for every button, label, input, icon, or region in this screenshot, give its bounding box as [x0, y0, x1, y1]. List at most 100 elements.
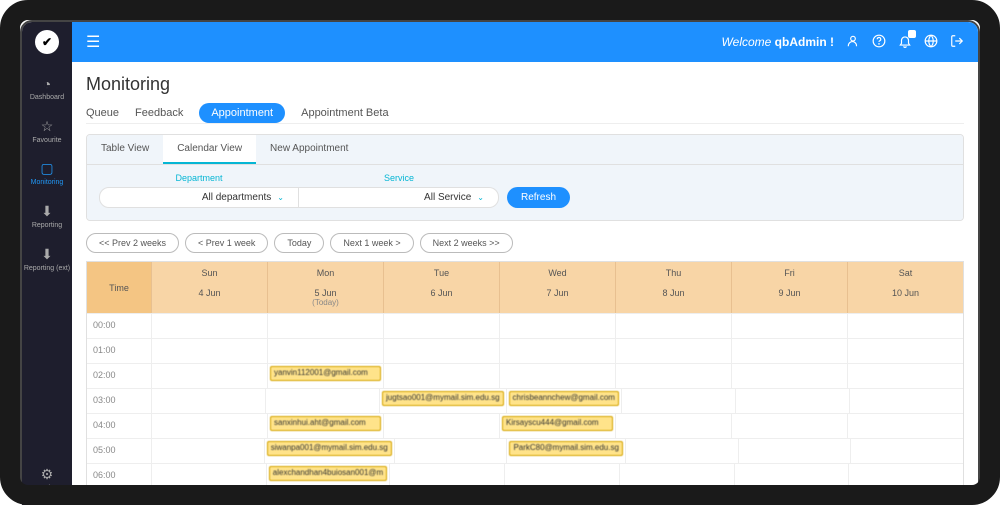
nav-next-2-weeks-[interactable]: Next 2 weeks >> [420, 233, 513, 253]
bell-icon[interactable] [898, 34, 912, 51]
calendar-cell[interactable] [151, 439, 264, 463]
calendar-cell[interactable] [850, 439, 963, 463]
tab-feedback[interactable]: Feedback [135, 103, 183, 123]
nav-next-1-week-[interactable]: Next 1 week > [330, 233, 413, 253]
viewtab-table-view[interactable]: Table View [87, 135, 163, 164]
calendar-cell[interactable] [847, 314, 963, 338]
calendar-cell[interactable]: yunq08oct@gmail.com [499, 489, 615, 493]
sidebar-item-reporting[interactable]: ⬇Reporting [24, 195, 70, 238]
calendar-cell[interactable] [731, 414, 847, 438]
appointment-chip[interactable]: ParkC80@mymail.sim.edu.sg [509, 441, 622, 456]
calendar-cell[interactable] [848, 464, 963, 488]
sidebar-item-reporting-ext-[interactable]: ⬇ Reporting (ext) [24, 238, 70, 281]
time-cell: 05:00 [87, 439, 151, 463]
calendar-cell[interactable]: jugtsao001@mymail.sim.edu.sg [379, 389, 506, 413]
appointment-chip[interactable]: chrisbeannchew@gmail.com [509, 391, 619, 406]
time-cell: 07:00 [87, 489, 151, 493]
calendar-cell[interactable] [731, 364, 847, 388]
calendar-cell[interactable]: Kirsayscu444@gmail.com [499, 414, 615, 438]
appointment-chip[interactable]: yanvin112001@gmail.com [270, 366, 381, 381]
calendar-cell[interactable] [847, 489, 963, 493]
hamburger-icon[interactable]: ☰ [86, 32, 100, 52]
calendar-cell[interactable] [738, 439, 851, 463]
calendar-cell[interactable]: sanxinhui.aht@gmail.com [267, 414, 383, 438]
nav--prev-2-weeks[interactable]: << Prev 2 weeks [86, 233, 179, 253]
calendar-cell[interactable] [731, 489, 847, 493]
calendar-cell[interactable] [734, 464, 849, 488]
gear-icon: ⚙ [41, 466, 54, 483]
user-icon[interactable] [846, 34, 860, 51]
appointment-chip[interactable]: sanxinhui.aht@gmail.com [270, 416, 381, 431]
calendar-cell[interactable] [267, 339, 383, 363]
appointment-chip[interactable]: Kirsayscu444@gmail.com [502, 416, 613, 431]
calendar-cell[interactable]: ParkC80@mymail.sim.edu.sg [506, 439, 624, 463]
nav-today[interactable]: Today [274, 233, 324, 253]
sidebar-item-favourite[interactable]: ☆Favourite [24, 110, 70, 153]
calendar-cell[interactable] [619, 464, 734, 488]
calendar-cell[interactable] [615, 314, 731, 338]
calendar-cell[interactable] [394, 439, 507, 463]
calendar-cell[interactable] [151, 314, 267, 338]
tab-appointment[interactable]: Appointment [199, 103, 285, 123]
sidebar-item-setting[interactable]: ⚙ Setting [22, 458, 72, 501]
sidebar-item-monitoring[interactable]: ▢Monitoring [24, 152, 70, 195]
calendar-cell[interactable] [383, 364, 499, 388]
calendar-cell[interactable] [847, 339, 963, 363]
calendar-cell[interactable] [265, 389, 379, 413]
calendar-cell[interactable]: yanvin112001@gmail.com [267, 364, 383, 388]
nav--prev-1-week[interactable]: < Prev 1 week [185, 233, 268, 253]
calendar-cell[interactable] [731, 314, 847, 338]
calendar-cell[interactable] [621, 389, 735, 413]
sidebar-item-dashboard[interactable]: ◔Dashboard [24, 68, 70, 110]
calendar-cell[interactable] [504, 464, 619, 488]
calendar-cell[interactable] [847, 364, 963, 388]
calendar-cell[interactable] [151, 339, 267, 363]
appointment-chip[interactable]: alexchandhan4buiosan001@m [269, 466, 387, 481]
calendar-cell[interactable]: alexchandhan4buiosan001@m [266, 464, 389, 488]
calendar-cell[interactable] [849, 389, 963, 413]
refresh-button[interactable]: Refresh [507, 187, 570, 208]
calendar-cell[interactable] [151, 414, 267, 438]
appointment-chip[interactable]: yunq08oct@gmail.com [502, 491, 613, 493]
tab-appointment-beta[interactable]: Appointment Beta [301, 103, 388, 123]
calendar-cell[interactable]: siwanpa001@mymail.sim.edu.sg [264, 439, 394, 463]
calendar-cell[interactable] [389, 464, 504, 488]
calendar-cell[interactable] [151, 389, 265, 413]
calendar-cell[interactable] [151, 364, 267, 388]
calendar-cell[interactable] [267, 314, 383, 338]
calendar-cell[interactable] [499, 339, 615, 363]
nav-icon: ⬇ [41, 246, 53, 263]
tab-queue[interactable]: Queue [86, 103, 119, 123]
day-header: Wed7 Jun [499, 262, 615, 313]
globe-icon[interactable] [924, 34, 938, 51]
date-nav: << Prev 2 weeks < Prev 1 week Today Next 1 … [86, 233, 964, 253]
calendar-cell[interactable] [731, 339, 847, 363]
appointment-chip[interactable]: siwanpa001@mymail.sim.edu.sg [267, 441, 392, 456]
logout-icon[interactable] [950, 34, 964, 51]
department-select[interactable]: All departments⌄ [99, 187, 299, 208]
appointment-chip[interactable]: jugtsao001@mymail.sim.edu.sg [382, 391, 504, 406]
calendar-cell[interactable] [383, 414, 499, 438]
calendar-cell[interactable] [499, 314, 615, 338]
calendar-cell[interactable] [499, 364, 615, 388]
calendar-cell[interactable] [267, 489, 383, 493]
help-icon[interactable] [872, 34, 886, 51]
service-select[interactable]: All Service⌄ [299, 187, 499, 208]
calendar-cell[interactable] [615, 339, 731, 363]
calendar-cell[interactable] [615, 364, 731, 388]
calendar-cell[interactable] [383, 314, 499, 338]
sidebar-item-label: Reporting (ext) [24, 265, 70, 273]
calendar-cell[interactable] [151, 489, 267, 493]
viewtab-calendar-view[interactable]: Calendar View [163, 135, 256, 164]
calendar-cell[interactable] [735, 389, 849, 413]
calendar-cell[interactable] [383, 489, 499, 493]
viewtab-new-appointment[interactable]: New Appointment [256, 135, 362, 164]
calendar-cell[interactable]: chrisbeannchew@gmail.com [506, 389, 621, 413]
calendar-cell[interactable] [847, 414, 963, 438]
time-cell: 03:00 [87, 389, 151, 413]
calendar-cell[interactable] [383, 339, 499, 363]
calendar-cell[interactable] [151, 464, 266, 488]
calendar-cell[interactable] [615, 489, 731, 493]
calendar-cell[interactable] [615, 414, 731, 438]
calendar-cell[interactable] [625, 439, 738, 463]
